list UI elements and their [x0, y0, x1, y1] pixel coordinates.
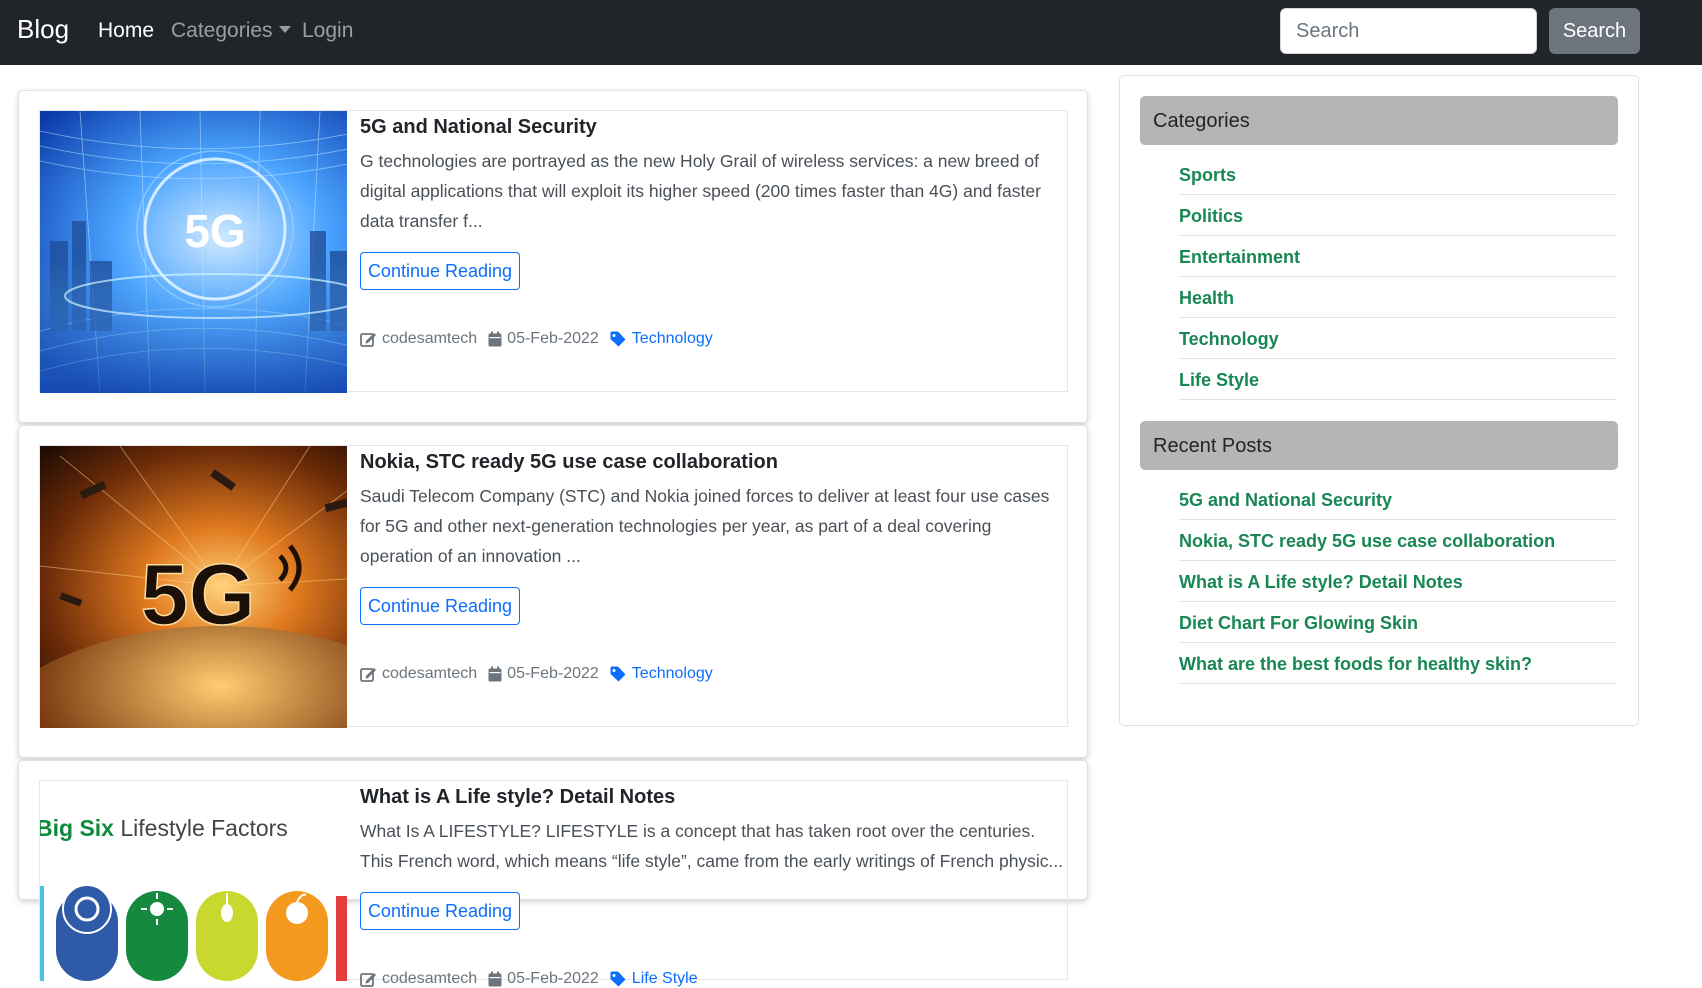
pen-square-icon [360, 973, 376, 987]
post-excerpt: What Is A LIFESTYLE? LIFESTYLE is a conc… [360, 821, 1064, 871]
category-link[interactable]: Life Style [1179, 359, 1617, 400]
categories-heading: Categories [1140, 96, 1618, 145]
navbar: Blog Home Categories Login Search [0, 0, 1702, 65]
post-card: Big Six Lifestyle Factors What is A Life… [18, 760, 1088, 987]
search-input[interactable] [1280, 8, 1537, 54]
post-image-lifestyle-factors: Big Six Lifestyle Factors [40, 781, 347, 981]
tag-icon [610, 666, 626, 682]
post-meta: codesamtech 05-Feb-2022 Life Style [360, 970, 698, 988]
nav-login-link[interactable]: Login [302, 19, 353, 43]
continue-reading-button[interactable]: Continue Reading [360, 892, 520, 930]
category-link[interactable]: Technology [1179, 318, 1617, 359]
post-category-link[interactable]: Technology [632, 665, 713, 683]
post-meta: codesamtech 05-Feb-2022 Technology [360, 330, 713, 348]
post-image-5g-network: 5G [40, 111, 347, 393]
post-image-5g-satellites: 5G [40, 446, 347, 728]
recent-post-link[interactable]: Nokia, STC ready 5G use case collaborati… [1179, 520, 1617, 561]
pen-square-icon [360, 333, 376, 347]
sidebar: Categories Sports Politics Entertainment… [1119, 75, 1639, 726]
post-author: codesamtech [382, 665, 478, 682]
post-excerpt: G technologies are portrayed as the new … [360, 151, 1041, 231]
post-thumbnail[interactable]: 5G [40, 111, 347, 393]
image-lifestyle-title: Big Six Lifestyle Factors [40, 815, 288, 841]
category-link[interactable]: Sports [1179, 154, 1617, 195]
recent-post-link[interactable]: What is A Life style? Detail Notes [1179, 561, 1617, 602]
recent-post-link[interactable]: Diet Chart For Glowing Skin [1179, 602, 1617, 643]
category-link[interactable]: Politics [1179, 195, 1617, 236]
post-date: 05-Feb-2022 [507, 665, 599, 682]
nav-home-link[interactable]: Home [98, 19, 154, 43]
tag-icon [610, 331, 626, 347]
post-title[interactable]: Nokia, STC ready 5G use case collaborati… [360, 451, 778, 474]
image-5g-text: 5G [184, 205, 245, 257]
post-thumbnail[interactable]: Big Six Lifestyle Factors [40, 781, 347, 981]
post-author: codesamtech [382, 330, 478, 347]
pen-square-icon [360, 668, 376, 682]
image-5g-text: 5G [141, 547, 256, 643]
continue-reading-button[interactable]: Continue Reading [360, 252, 520, 290]
post-category-link[interactable]: Life Style [632, 970, 698, 988]
recent-post-link[interactable]: 5G and National Security [1179, 479, 1617, 520]
post-title[interactable]: What is A Life style? Detail Notes [360, 786, 675, 809]
tag-icon [610, 971, 626, 987]
post-inner: 5G 5G and National Security G technologi… [39, 110, 1068, 393]
recent-posts-list: 5G and National Security Nokia, STC read… [1179, 479, 1617, 684]
post-card: 5G 5G and National Security G technologi… [18, 90, 1088, 423]
category-link[interactable]: Entertainment [1179, 236, 1617, 277]
recent-post-link[interactable]: What are the best foods for healthy skin… [1179, 643, 1617, 684]
post-inner: Big Six Lifestyle Factors What is A Life… [39, 780, 1068, 987]
continue-reading-button[interactable]: Continue Reading [360, 587, 520, 625]
post-category-link[interactable]: Technology [632, 330, 713, 348]
post-excerpt: Saudi Telecom Company (STC) and Nokia jo… [360, 486, 1050, 566]
calendar-icon [488, 666, 502, 682]
post-title[interactable]: 5G and National Security [360, 116, 597, 139]
category-link[interactable]: Health [1179, 277, 1617, 318]
post-author: codesamtech [382, 970, 478, 987]
post-date: 05-Feb-2022 [507, 970, 599, 987]
post-inner: 5G Nokia, STC ready 5G use case collabor… [39, 445, 1068, 728]
nav-categories-dropdown[interactable]: Categories [171, 19, 291, 43]
caret-down-icon [278, 26, 291, 33]
recent-posts-heading: Recent Posts [1140, 421, 1618, 470]
brand-logo[interactable]: Blog [17, 14, 69, 45]
calendar-icon [488, 331, 502, 347]
search-button[interactable]: Search [1549, 8, 1640, 54]
calendar-icon [488, 971, 502, 987]
categories-list: Sports Politics Entertainment Health Tec… [1179, 154, 1617, 400]
nav-categories-label: Categories [171, 19, 273, 42]
post-meta: codesamtech 05-Feb-2022 Technology [360, 665, 713, 683]
post-card: 5G Nokia, STC ready 5G use case collabor… [18, 425, 1088, 758]
post-date: 05-Feb-2022 [507, 330, 599, 347]
post-thumbnail[interactable]: 5G [40, 446, 347, 728]
